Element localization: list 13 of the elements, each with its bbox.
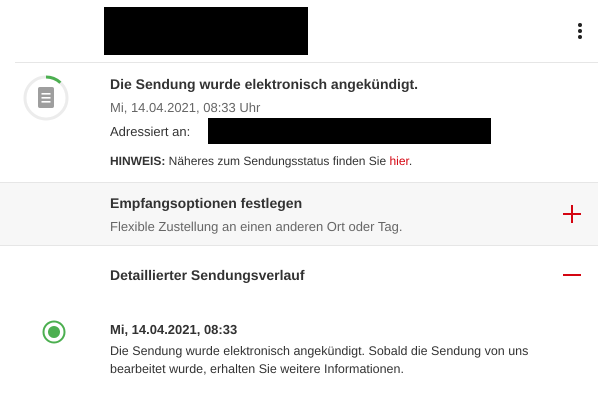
event-description: Die Sendung wurde elektronisch angekündigt. Sobald die Sendung von uns bearbeitet wurde, erhalten Sie weitere Informationen. [110, 343, 530, 378]
hint-text: HINWEIS: Näheres zum Sendungsstatus finden Sie hier. [110, 154, 414, 168]
section-subtitle: Flexible Zustellung an einen anderen Ort oder Tag. [110, 218, 402, 234]
status-date: Mi, 14.04.2021, 08:33 Uhr [110, 100, 262, 115]
plus-icon[interactable] [563, 205, 581, 223]
status-link[interactable]: hier [389, 154, 409, 168]
address-label: Adressiert an: [110, 124, 192, 138]
event-time: Mi, 14.04.2021, 08:33 [110, 322, 238, 337]
section-title[interactable]: Empfangsoptionen festlegen [110, 194, 402, 210]
status-title: Die Sendung wurde elektronisch angekündigt. [110, 76, 420, 92]
section-title[interactable]: Detaillierter Sendungsverlauf [110, 267, 305, 283]
timeline-dot-icon [42, 320, 66, 344]
more-menu-icon[interactable] [577, 22, 583, 40]
